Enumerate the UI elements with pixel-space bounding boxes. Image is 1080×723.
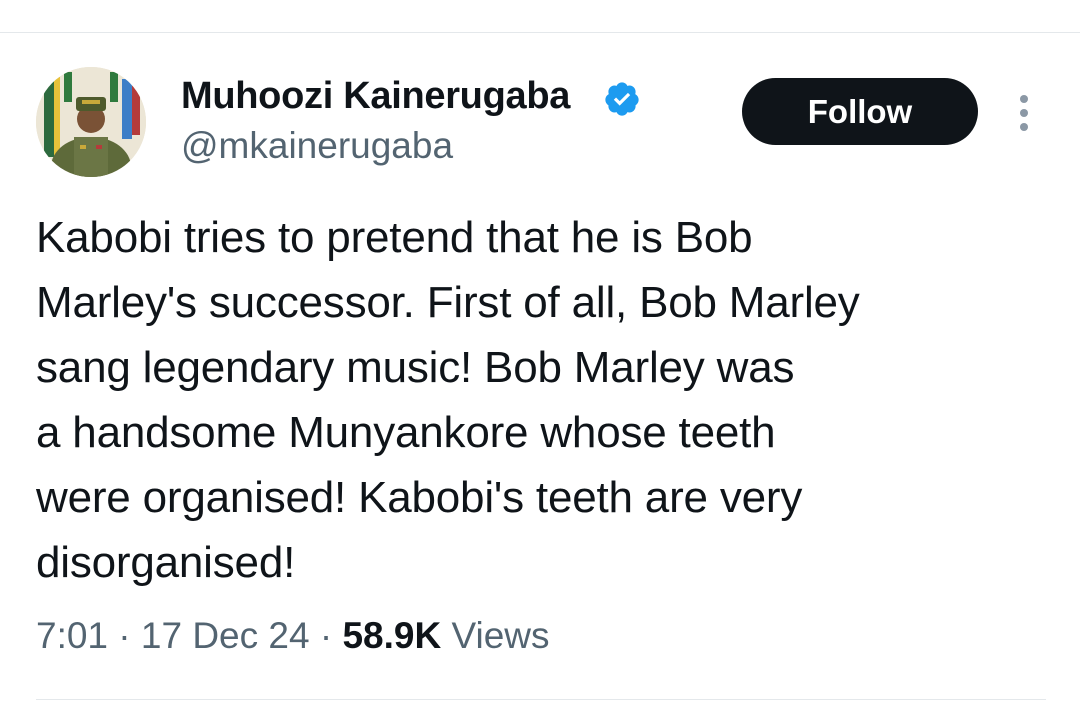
bottom-divider <box>36 699 1046 700</box>
meta-separator: · <box>108 615 141 656</box>
tweet-time[interactable]: 7:01 <box>36 615 108 656</box>
top-divider <box>0 32 1080 33</box>
avatar[interactable] <box>36 67 146 177</box>
handle[interactable]: @mkainerugaba <box>181 125 453 167</box>
meta-separator: · <box>309 615 343 656</box>
display-name[interactable]: Muhoozi Kainerugaba <box>181 75 570 118</box>
views-count[interactable]: 58.9K <box>342 615 441 656</box>
views-label: Views <box>441 615 550 656</box>
tweet-meta: 7:01 · 17 Dec 24 · 58.9K Views <box>36 615 550 657</box>
tweet-page: Muhoozi Kainerugaba @mkainerugaba Follow… <box>0 0 1080 723</box>
verified-badge-icon <box>605 82 639 116</box>
more-vertical-icon[interactable] <box>1012 93 1036 133</box>
tweet-date[interactable]: 17 Dec 24 <box>141 615 310 656</box>
profile-photo-icon <box>36 67 146 177</box>
follow-button[interactable]: Follow <box>742 78 978 145</box>
tweet-text: Kabobi tries to pretend that he is Bob M… <box>36 213 860 587</box>
